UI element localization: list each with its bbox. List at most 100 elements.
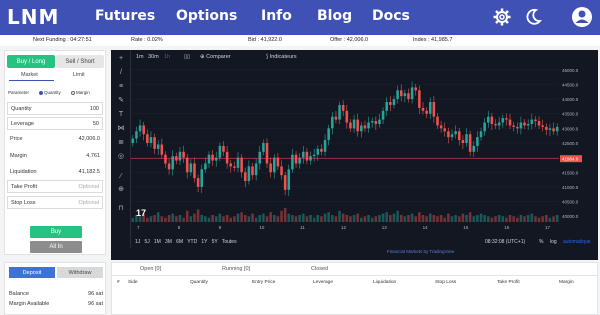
fib-icon[interactable]: ≣: [116, 139, 126, 147]
time-tick-label: 15: [463, 225, 469, 230]
crosshair-icon[interactable]: +: [116, 55, 126, 63]
range-6m[interactable]: 6M: [176, 239, 183, 245]
moon-icon[interactable]: [523, 7, 543, 27]
shapes-icon[interactable]: ◎: [116, 153, 126, 161]
candle: [302, 151, 305, 158]
volume-bar: [545, 215, 548, 222]
candle: [331, 116, 334, 129]
nav-futures[interactable]: Futures: [95, 8, 155, 24]
withdraw-button[interactable]: Withdraw: [57, 267, 103, 278]
nav-blog[interactable]: Blog: [317, 8, 352, 24]
range-1m[interactable]: 1M: [154, 239, 161, 245]
nav-options[interactable]: Options: [176, 8, 237, 24]
col-leverage: Leverage: [313, 280, 334, 285]
quantity-field[interactable]: Quantity 100: [7, 102, 103, 115]
candle: [320, 148, 323, 152]
sell-short-toggle[interactable]: Sell / Short: [56, 55, 104, 68]
volume-bar: [240, 212, 243, 222]
candle-type-icon[interactable]: ▯▯: [184, 54, 190, 60]
interval-30m[interactable]: 30m: [148, 54, 159, 60]
nav-docs[interactable]: Docs: [372, 8, 410, 24]
candle: [436, 116, 439, 126]
candle: [530, 119, 534, 124]
indicators-button[interactable]: ⟆ Indicateurs: [266, 54, 297, 60]
all-in-button[interactable]: All In: [30, 241, 82, 253]
range-3m[interactable]: 3M: [165, 239, 172, 245]
logo[interactable]: LNM: [7, 5, 59, 29]
volume-bar: [497, 215, 501, 222]
ruler-icon[interactable]: ⁄: [116, 173, 126, 181]
volume-bar: [389, 215, 392, 222]
price-tick-label: 41000.0: [562, 185, 579, 190]
percent-toggle[interactable]: %: [539, 239, 543, 245]
price-tick-label: 43500.0: [562, 112, 579, 117]
col-take-profit: Take Profit: [497, 280, 520, 285]
candle: [236, 157, 240, 168]
nav-info[interactable]: Info: [261, 8, 292, 24]
lock-icon[interactable]: ⊓: [116, 205, 126, 213]
range-ytd[interactable]: YTD: [187, 239, 197, 245]
stop-loss-field[interactable]: Stop Loss Optional: [7, 196, 103, 209]
candle: [385, 102, 388, 111]
auto-toggle[interactable]: automatique: [563, 239, 591, 245]
volume-bar: [341, 213, 345, 222]
tab-closed-orders[interactable]: Closed: [311, 266, 328, 272]
tab-limit[interactable]: Limit: [73, 72, 85, 78]
candle: [222, 145, 225, 152]
range-1y[interactable]: 1Y: [201, 239, 207, 245]
interval-1m[interactable]: 1m: [136, 54, 144, 60]
buy-button[interactable]: Buy: [30, 226, 82, 238]
buy-long-toggle[interactable]: Buy / Long: [7, 55, 55, 68]
candle: [494, 123, 497, 126]
range-5y[interactable]: 5Y: [212, 239, 218, 245]
tab-market[interactable]: Market: [21, 72, 38, 78]
zoom-icon[interactable]: ⊕: [116, 186, 126, 194]
candle: [135, 131, 138, 139]
trendline-icon[interactable]: /: [116, 69, 126, 77]
volume-bar: [153, 215, 156, 222]
tab-running-orders[interactable]: Running [0]: [222, 266, 250, 272]
interval-1h[interactable]: 1h: [164, 54, 170, 60]
range-all[interactable]: Toutes: [222, 239, 237, 245]
volume-bar: [200, 215, 203, 222]
brush-icon[interactable]: ✎: [116, 97, 126, 105]
range-5j[interactable]: 5J: [144, 239, 149, 245]
horizontal-lines-icon[interactable]: ≡: [116, 83, 126, 91]
take-profit-field[interactable]: Take Profit Optional: [7, 180, 103, 193]
price-row: Price 42,006.0: [10, 136, 100, 142]
col-quantity: Quantity: [190, 280, 208, 285]
candle: [345, 110, 349, 123]
candle: [273, 157, 276, 173]
compare-button[interactable]: ⊕ Comparer: [200, 54, 231, 60]
pattern-icon[interactable]: ⋈: [116, 125, 126, 133]
volume-bar: [323, 213, 327, 222]
candle: [367, 122, 370, 129]
price-tick-label: 44500.0: [562, 82, 579, 87]
candle: [483, 122, 486, 132]
time-tick-label: 12: [341, 225, 347, 230]
gear-icon[interactable]: [492, 7, 512, 27]
price-tick-label: 43000.0: [562, 126, 579, 131]
volume-bar: [468, 212, 472, 222]
range-1j[interactable]: 1J: [135, 239, 140, 245]
candle: [178, 151, 182, 161]
volume-bar: [211, 215, 214, 222]
tab-open-orders[interactable]: Open [0]: [140, 266, 161, 272]
radio-margin[interactable]: Margin: [71, 90, 90, 95]
candle: [149, 137, 153, 143]
volume-bar: [309, 215, 312, 222]
deposit-button[interactable]: Deposit: [9, 267, 55, 278]
candle: [196, 178, 200, 187]
radio-quantity[interactable]: Quantity: [39, 90, 61, 95]
user-icon[interactable]: [571, 6, 593, 28]
volume-bar: [251, 213, 254, 222]
volume-bar: [193, 213, 196, 222]
price-chart[interactable]: + / ≡ ✎ T ⋈ ≣ ◎ ⁄ ⊕ ⊓ 1m 30m 1h ▯▯ ⊕ Com…: [111, 50, 598, 260]
text-icon[interactable]: T: [116, 111, 126, 119]
leverage-field[interactable]: Leverage 50: [7, 117, 103, 130]
price-axis: 45000.0 44500.0 44000.0 43500.0 43000.0 42500…: [560, 68, 582, 219]
tradingview-credit[interactable]: Financial Markets by TradingView: [387, 249, 454, 254]
candle: [418, 90, 421, 108]
log-toggle[interactable]: log: [550, 239, 557, 245]
balance-row: Balance 96 sat: [9, 291, 103, 297]
